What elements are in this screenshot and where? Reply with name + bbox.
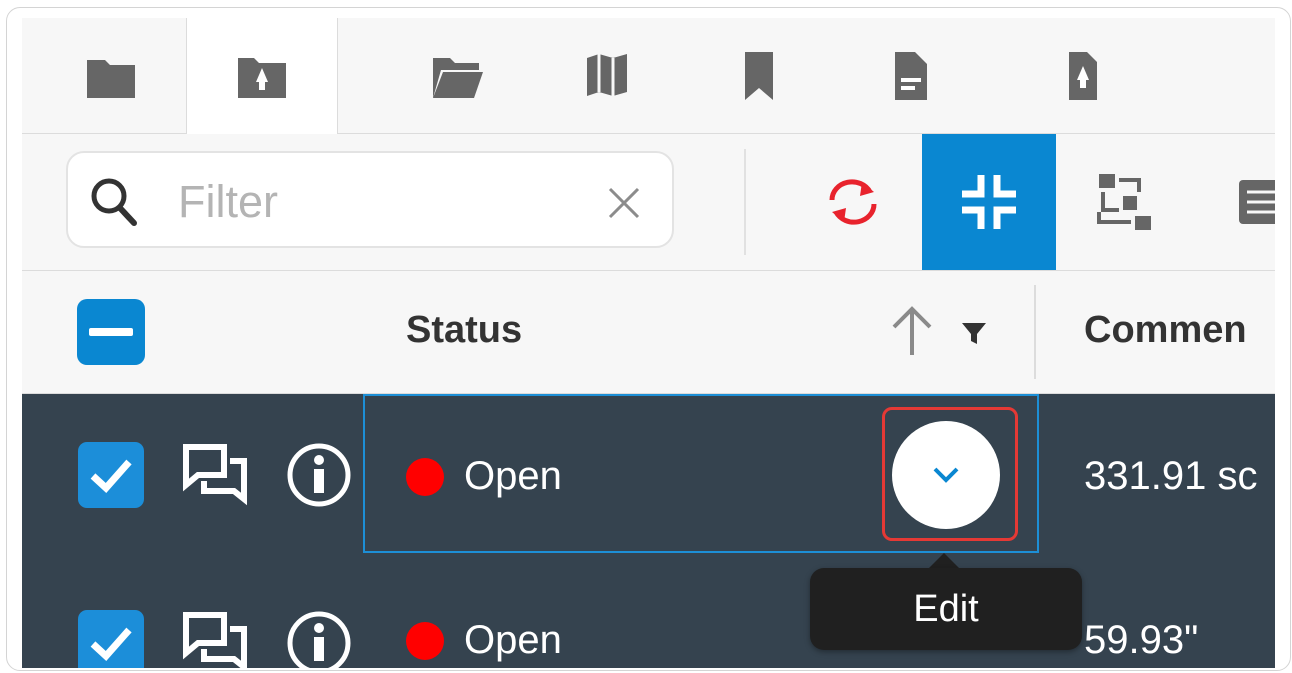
toolbar-separator xyxy=(744,149,746,255)
filter-input[interactable] xyxy=(176,171,580,233)
map-icon xyxy=(587,53,627,96)
chevron-down-icon xyxy=(933,467,959,483)
workflow-icon xyxy=(1097,174,1151,230)
tab-folder-open[interactable] xyxy=(382,18,532,133)
clear-icon[interactable] xyxy=(606,185,642,221)
list-icon xyxy=(1239,180,1275,224)
tab-bookmark[interactable] xyxy=(684,18,834,133)
collapse-button[interactable] xyxy=(922,134,1056,270)
comment-value: 331.91 sc xyxy=(1084,454,1258,498)
table-header: Status Commen xyxy=(22,271,1275,394)
table-row[interactable]: Open 59.93" xyxy=(22,560,1275,668)
filter-box xyxy=(66,151,674,248)
collapse-icon xyxy=(962,175,1016,229)
check-icon xyxy=(90,627,132,661)
list-view-button[interactable] xyxy=(1194,134,1275,270)
column-header-status[interactable]: Status xyxy=(406,309,522,352)
column-filter-icon[interactable] xyxy=(960,319,988,347)
edit-dropdown-button[interactable] xyxy=(892,421,1000,529)
sync-icon xyxy=(829,179,877,225)
comments-icon[interactable] xyxy=(182,443,248,507)
info-icon[interactable] xyxy=(286,610,352,668)
comment-value: 59.93" xyxy=(1084,618,1199,662)
document-icon xyxy=(895,51,927,100)
markups-panel: Status Commen xyxy=(22,18,1275,668)
folder-icon xyxy=(87,59,135,98)
status-indicator xyxy=(406,622,444,660)
search-icon xyxy=(91,178,137,226)
tab-bar xyxy=(22,18,1275,134)
workflow-button[interactable] xyxy=(1058,134,1192,270)
edit-tooltip: Edit xyxy=(810,568,1082,650)
folder-open-icon xyxy=(433,57,483,98)
table-body: Open 331.91 sc Open 59.93" Edit xyxy=(22,394,1275,668)
row-checkbox[interactable] xyxy=(78,442,144,508)
toolbar xyxy=(22,134,1275,271)
tab-map[interactable] xyxy=(532,18,682,133)
tab-document[interactable] xyxy=(836,18,986,133)
drawing-folder-icon xyxy=(238,58,286,98)
tab-drawing[interactable] xyxy=(1008,18,1158,133)
drawing-icon xyxy=(1069,51,1097,100)
select-all-checkbox[interactable] xyxy=(77,299,145,365)
status-value: Open xyxy=(464,618,562,662)
column-separator xyxy=(1034,285,1036,379)
info-icon[interactable] xyxy=(286,442,352,508)
row-checkbox[interactable] xyxy=(78,610,144,668)
tab-folder[interactable] xyxy=(36,18,186,133)
column-header-comments[interactable]: Commen xyxy=(1084,309,1247,352)
comments-icon[interactable] xyxy=(182,611,248,668)
bookmark-icon xyxy=(745,51,773,100)
check-icon xyxy=(90,459,132,493)
tab-drawing-folder[interactable] xyxy=(186,18,338,134)
sort-ascending-icon[interactable] xyxy=(888,303,936,359)
sync-button[interactable] xyxy=(786,134,920,270)
tooltip-arrow xyxy=(928,553,960,569)
